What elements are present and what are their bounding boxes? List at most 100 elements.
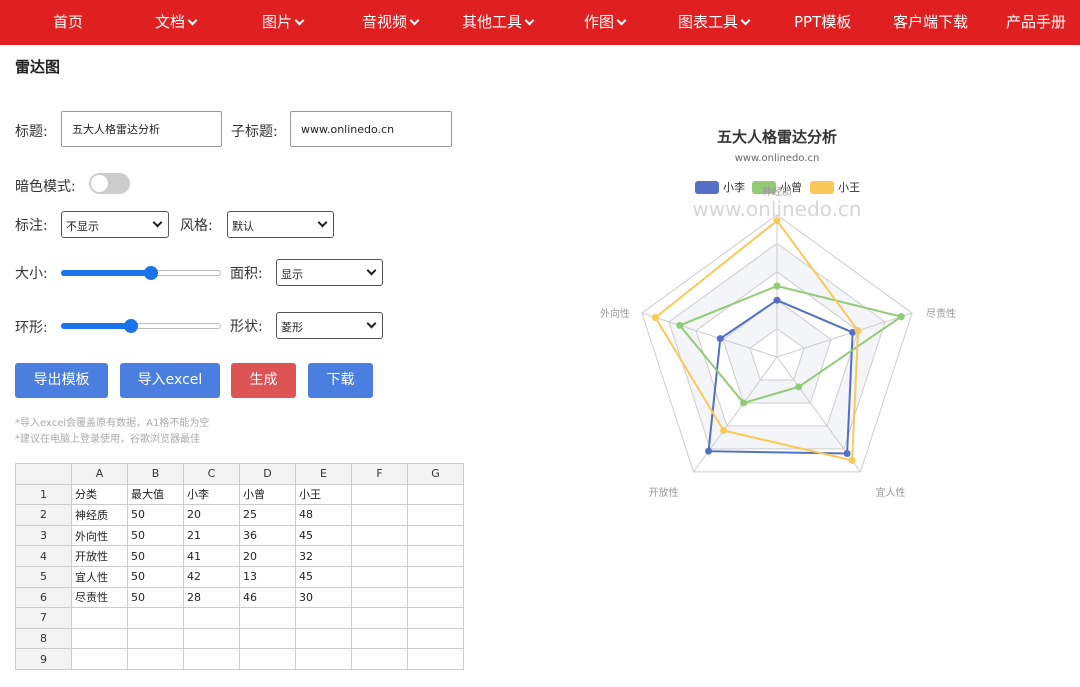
sheet-cell[interactable]: 宜人性 [71, 565, 128, 588]
sheet-cell[interactable]: 50 [127, 545, 184, 567]
style-select[interactable]: 默认 [227, 211, 334, 238]
sheet-cell[interactable]: 神经质 [71, 504, 128, 526]
sheet-cell[interactable] [239, 648, 296, 670]
sheet-cell[interactable]: 50 [127, 524, 184, 547]
slider-thumb[interactable] [124, 319, 139, 333]
sheet-cell[interactable] [295, 648, 352, 670]
generate-button[interactable]: 生成 [231, 363, 296, 398]
sheet-cell[interactable] [407, 586, 464, 609]
sheet-cell[interactable] [127, 648, 184, 670]
sheet-cell[interactable]: 13 [239, 565, 296, 588]
sheet-cell[interactable]: 开放性 [71, 545, 128, 567]
sheet-cell[interactable]: 48 [295, 504, 352, 526]
sheet-cell[interactable] [407, 504, 464, 526]
sheet-cell[interactable] [239, 607, 296, 629]
sheet-cell[interactable]: 50 [127, 586, 184, 609]
sheet-cell[interactable] [183, 607, 240, 629]
area-select[interactable]: 显示 [276, 259, 383, 286]
sheet-cell[interactable]: 分类 [71, 483, 128, 506]
nav-item-0[interactable]: 首页 [53, 0, 83, 45]
column-header[interactable]: E [295, 463, 352, 485]
nav-item-7[interactable]: PPT模板 [794, 0, 851, 45]
sheet-cell[interactable]: 36 [239, 524, 296, 547]
nav-item-8[interactable]: 客户端下载 [893, 0, 968, 45]
row-number[interactable]: 7 [15, 607, 72, 629]
sheet-cell[interactable]: 20 [239, 545, 296, 567]
row-number[interactable]: 9 [15, 648, 72, 670]
nav-item-5[interactable]: 作图 [584, 0, 627, 45]
row-number[interactable]: 6 [15, 586, 72, 609]
sheet-cell[interactable]: 42 [183, 565, 240, 588]
download-button[interactable]: 下载 [308, 363, 373, 398]
row-number[interactable]: 8 [15, 627, 72, 650]
sheet-cell[interactable] [71, 627, 128, 650]
column-header[interactable]: C [183, 463, 240, 485]
sheet-cell[interactable] [351, 483, 408, 506]
column-header[interactable]: D [239, 463, 296, 485]
shape-select[interactable]: 菱形 [276, 312, 383, 339]
sheet-cell[interactable] [407, 483, 464, 506]
sheet-cell[interactable] [295, 627, 352, 650]
sheet-cell[interactable] [407, 627, 464, 650]
nav-item-4[interactable]: 其他工具 [462, 0, 535, 45]
row-number[interactable]: 1 [15, 483, 72, 506]
sheet-cell[interactable]: 30 [295, 586, 352, 609]
sheet-cell[interactable]: 41 [183, 545, 240, 567]
row-number[interactable]: 2 [15, 504, 72, 526]
sheet-cell[interactable] [351, 648, 408, 670]
row-number[interactable]: 4 [15, 545, 72, 567]
sheet-cell[interactable] [407, 524, 464, 547]
sheet-cell[interactable]: 50 [127, 504, 184, 526]
sheet-cell[interactable]: 尽责性 [71, 586, 128, 609]
ring-slider[interactable] [61, 318, 221, 334]
sheet-cell[interactable] [351, 545, 408, 567]
slider-thumb[interactable] [143, 266, 158, 280]
sheet-cell[interactable] [239, 627, 296, 650]
row-number[interactable]: 3 [15, 524, 72, 547]
sheet-cell[interactable]: 28 [183, 586, 240, 609]
sheet-cell[interactable]: 46 [239, 586, 296, 609]
subtitle-input[interactable] [290, 111, 452, 147]
sheet-cell[interactable] [71, 648, 128, 670]
sheet-cell[interactable] [295, 607, 352, 629]
column-header[interactable]: F [351, 463, 408, 485]
sheet-cell[interactable]: 最大值 [127, 483, 184, 506]
sheet-cell[interactable] [127, 627, 184, 650]
sheet-cell[interactable]: 50 [127, 565, 184, 588]
sheet-cell[interactable]: 21 [183, 524, 240, 547]
column-header[interactable]: A [71, 463, 128, 485]
column-header[interactable] [15, 463, 72, 485]
annotation-select[interactable]: 不显示 [61, 211, 169, 238]
sheet-cell[interactable] [183, 648, 240, 670]
sheet-cell[interactable] [407, 565, 464, 588]
sheet-cell[interactable] [351, 565, 408, 588]
sheet-cell[interactable] [351, 504, 408, 526]
sheet-cell[interactable]: 外向性 [71, 524, 128, 547]
column-header[interactable]: G [407, 463, 464, 485]
nav-item-1[interactable]: 文档 [155, 0, 198, 45]
sheet-cell[interactable] [407, 607, 464, 629]
sheet-cell[interactable]: 小李 [183, 483, 240, 506]
row-number[interactable]: 5 [15, 565, 72, 588]
dark-mode-toggle[interactable] [89, 173, 130, 194]
export-template-button[interactable]: 导出模板 [15, 363, 108, 398]
import-excel-button[interactable]: 导入excel [120, 363, 220, 398]
nav-item-2[interactable]: 图片 [262, 0, 305, 45]
sheet-cell[interactable]: 小王 [295, 483, 352, 506]
nav-item-9[interactable]: 产品手册 [1006, 0, 1066, 45]
sheet-cell[interactable]: 45 [295, 565, 352, 588]
sheet-cell[interactable] [407, 545, 464, 567]
sheet-cell[interactable]: 小曾 [239, 483, 296, 506]
nav-item-6[interactable]: 图表工具 [678, 0, 751, 45]
sheet-cell[interactable]: 20 [183, 504, 240, 526]
title-input[interactable] [61, 111, 222, 147]
nav-item-3[interactable]: 音视频 [362, 0, 420, 45]
sheet-cell[interactable] [351, 586, 408, 609]
sheet-cell[interactable] [183, 627, 240, 650]
sheet-cell[interactable]: 45 [295, 524, 352, 547]
sheet-cell[interactable] [351, 607, 408, 629]
size-slider[interactable] [61, 265, 221, 281]
column-header[interactable]: B [127, 463, 184, 485]
sheet-cell[interactable] [127, 607, 184, 629]
sheet-cell[interactable]: 25 [239, 504, 296, 526]
